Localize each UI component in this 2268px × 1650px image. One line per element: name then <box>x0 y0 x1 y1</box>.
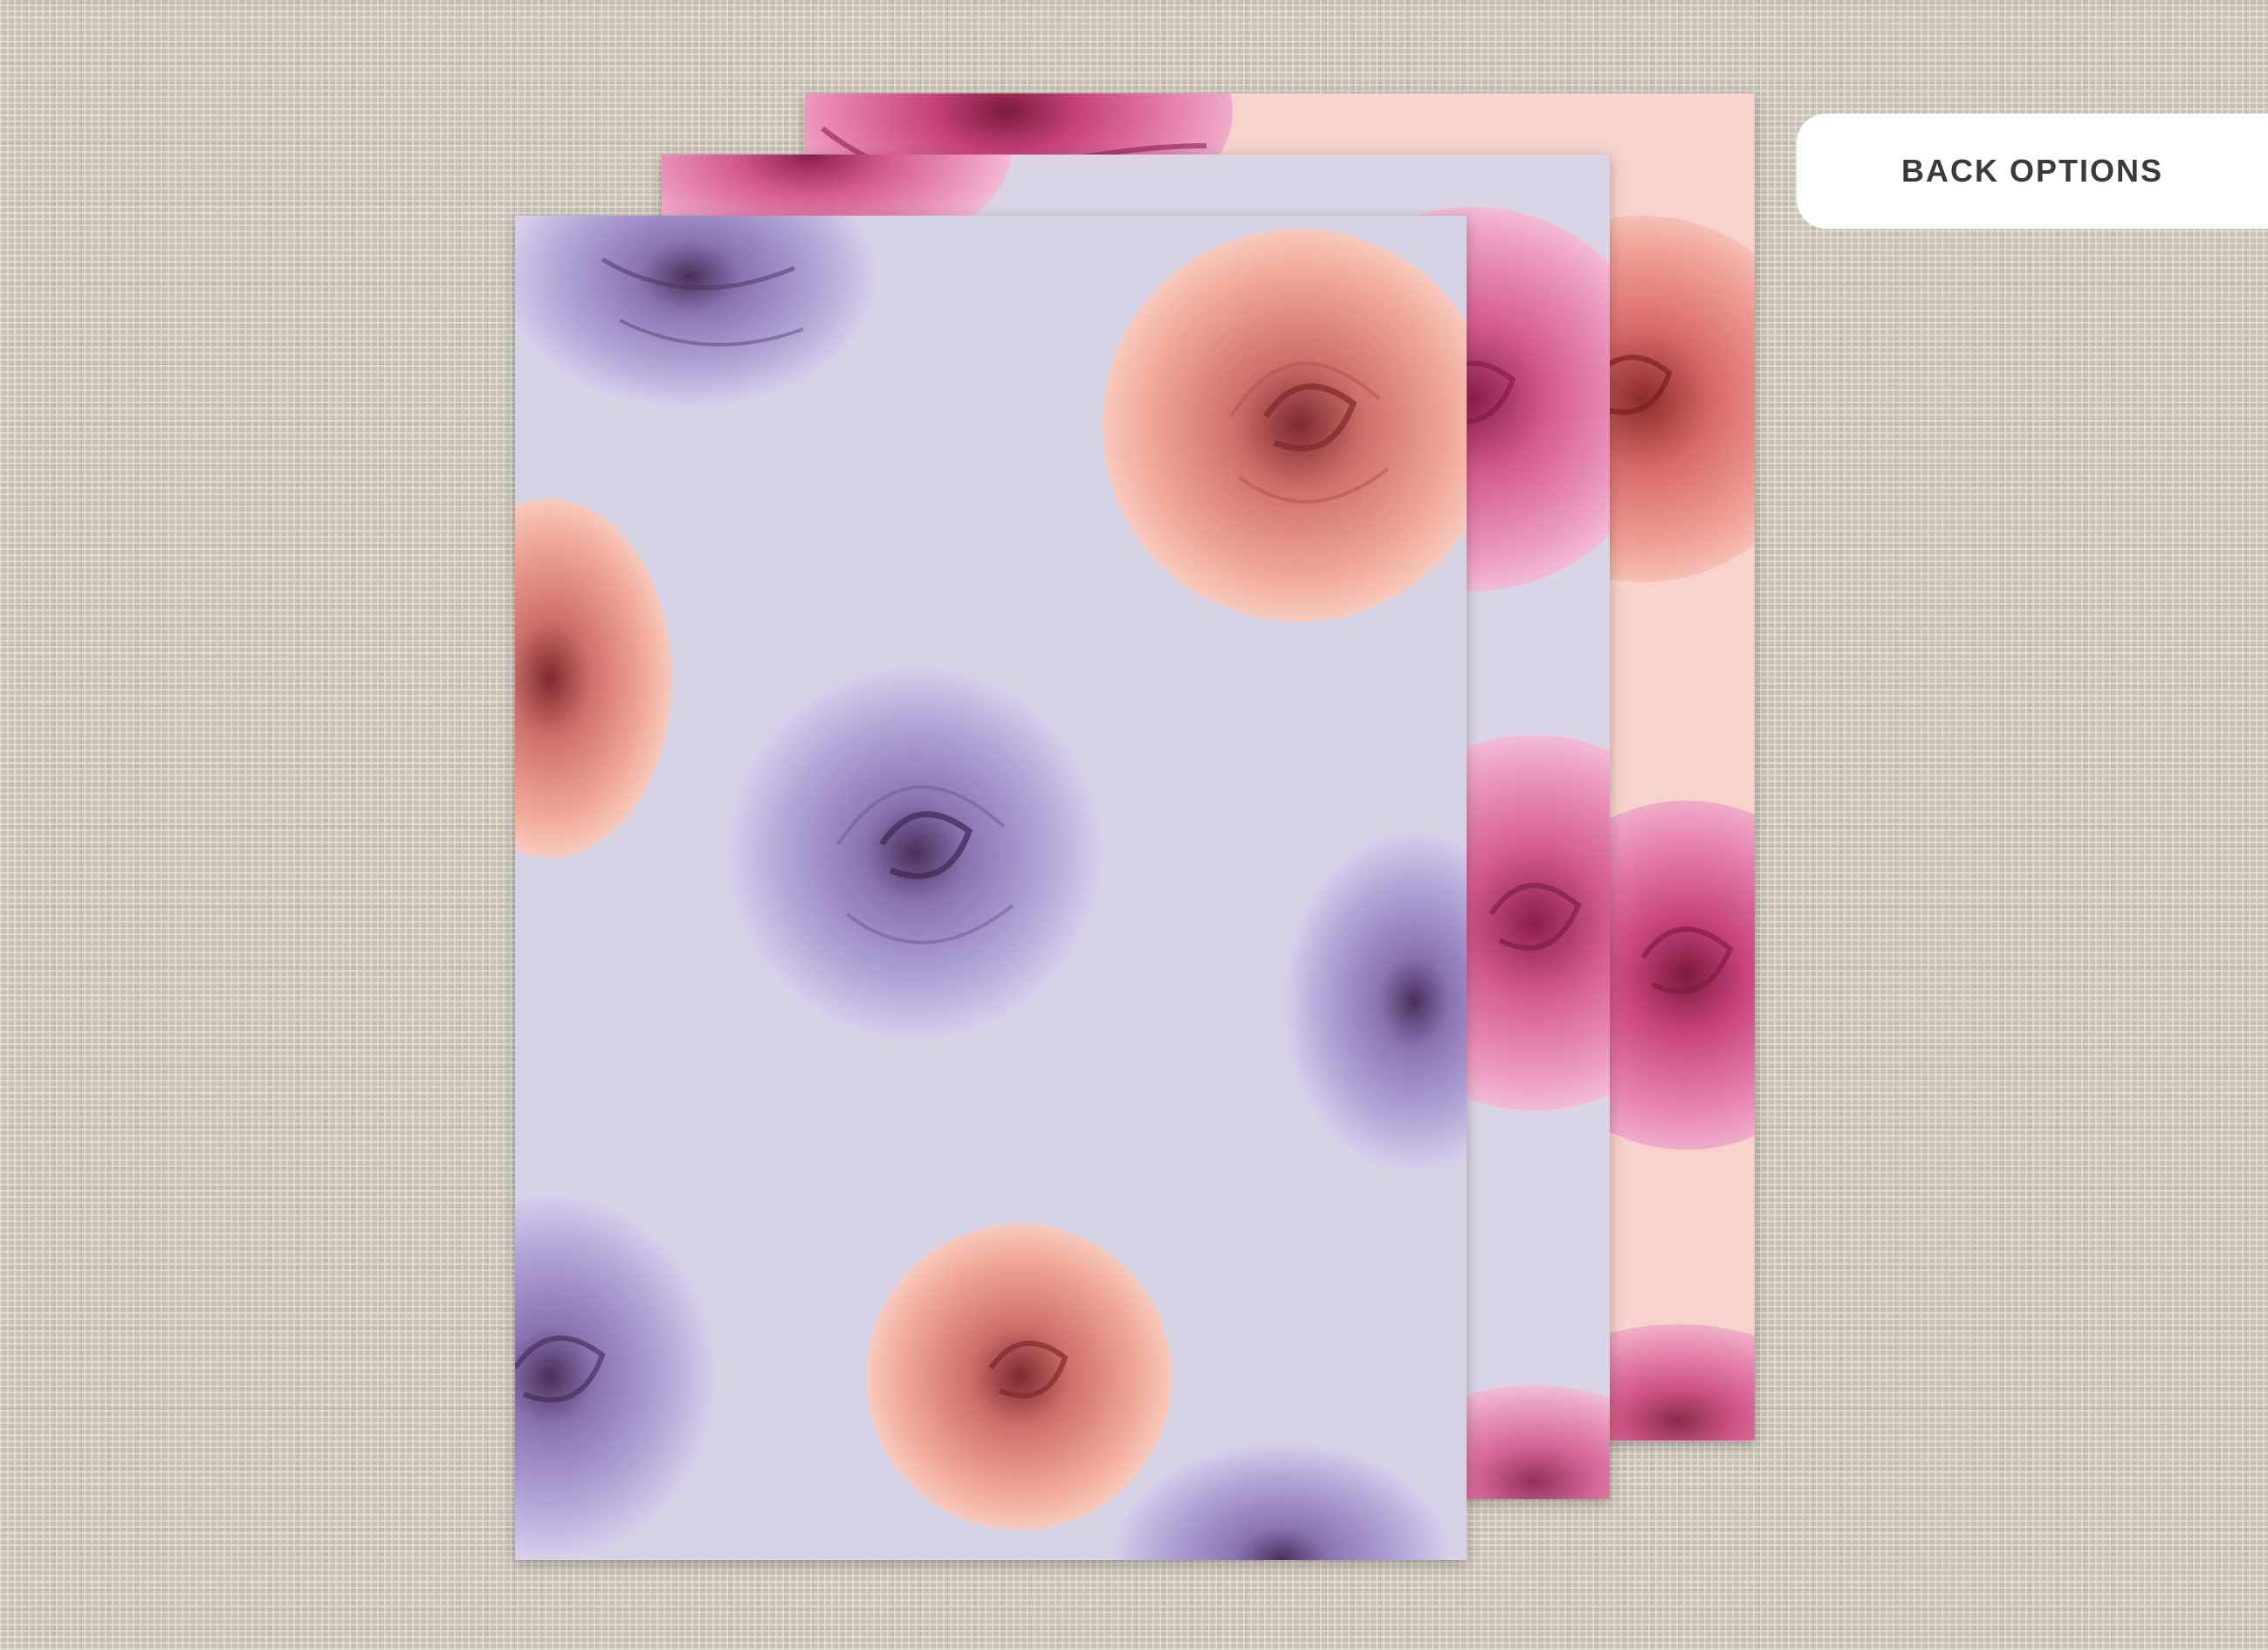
back-options-text: BACK OPTIONS <box>1900 153 2163 189</box>
rose-peach-bottom-center <box>867 1224 1172 1530</box>
rose-lilac-right-edge <box>1283 831 1467 1172</box>
rose-lilac-bottom-right <box>1111 1442 1452 1560</box>
card-front-pattern <box>515 216 1467 1560</box>
back-options-label: BACK OPTIONS <box>1797 113 2268 229</box>
rose-lilac-bottom-left <box>515 1193 716 1560</box>
rose-peach-left-edge <box>515 499 672 857</box>
card-front-lilac <box>515 216 1467 1560</box>
rose-lilac-top-left <box>515 216 877 408</box>
rose-lilac-center <box>727 665 1103 1041</box>
rose-peach-top-right <box>1103 229 1467 622</box>
